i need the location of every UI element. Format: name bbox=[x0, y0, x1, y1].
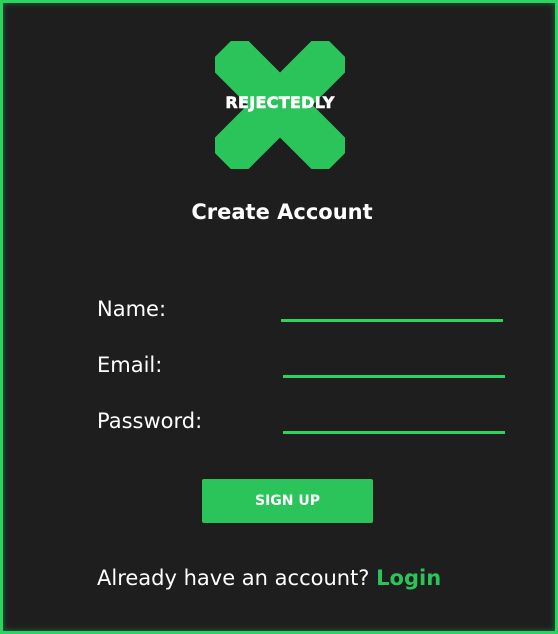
brand-logo: REJECTEDLY bbox=[215, 41, 345, 169]
login-prompt-text: Already have an account? bbox=[97, 566, 370, 590]
name-field[interactable] bbox=[281, 295, 503, 322]
page-title: Create Account bbox=[191, 200, 373, 224]
brand-wordmark: REJECTEDLY bbox=[225, 93, 335, 113]
password-field[interactable] bbox=[283, 407, 505, 434]
login-prompt: Already have an account? Login bbox=[97, 566, 441, 590]
password-label: Password: bbox=[97, 409, 203, 433]
name-label: Name: bbox=[97, 297, 167, 321]
signup-panel: REJECTEDLY Create Account Name: Email: P… bbox=[0, 0, 558, 634]
email-field[interactable] bbox=[283, 351, 505, 378]
email-label: Email: bbox=[97, 353, 163, 377]
signup-button[interactable]: SIGN UP bbox=[202, 479, 373, 523]
login-link[interactable]: Login bbox=[376, 566, 441, 590]
